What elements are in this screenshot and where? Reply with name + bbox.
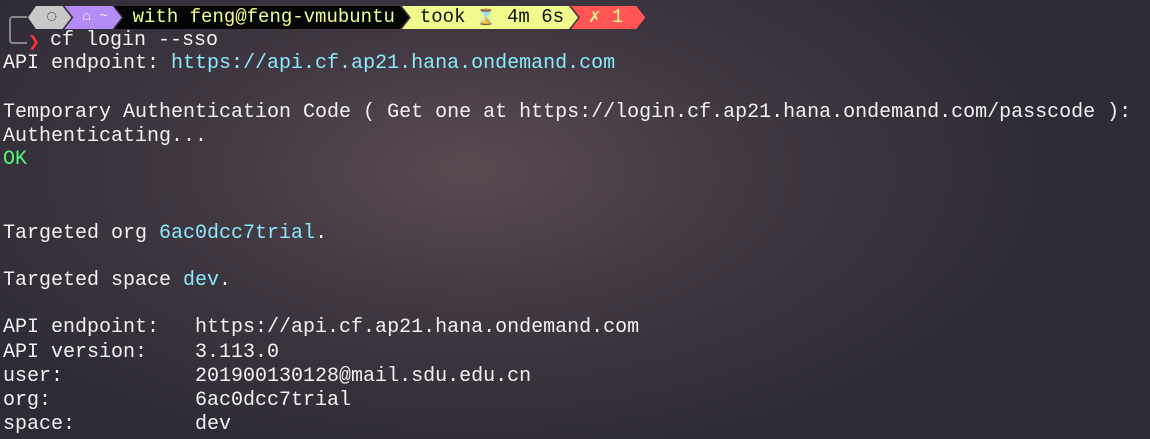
summary-row: API version: 3.113.0: [3, 341, 280, 364]
ubuntu-icon: ◌: [28, 6, 71, 29]
ok-line: OK: [3, 148, 28, 171]
temp-auth-line: Temporary Authentication Code ( Get one …: [3, 101, 1132, 124]
hourglass-icon: ⌛: [476, 10, 496, 27]
summary-row: space: dev: [3, 413, 232, 436]
home-icon: ⌂: [82, 9, 91, 25]
prompt-connector: [9, 16, 27, 44]
duration-segment: took ⌛ 4m 6s: [402, 6, 578, 29]
cross-icon: ✗: [589, 6, 601, 28]
api-endpoint-line: API endpoint: https://api.cf.ap21.hana.o…: [3, 52, 616, 75]
summary-row: API endpoint: https://api.cf.ap21.hana.o…: [3, 316, 640, 339]
targeted-space-line: Targeted space dev.: [3, 269, 232, 292]
summary-row: org: 6ac0dcc7trial: [3, 389, 352, 412]
summary-row: user: 201900130128@mail.sdu.edu.cn: [3, 365, 532, 388]
exit-status-segment: ✗ 1: [571, 6, 645, 29]
authenticating-line: Authenticating...: [3, 125, 208, 148]
directory-segment: ⌂ ~: [64, 6, 121, 29]
command-line[interactable]: cf login --sso: [50, 29, 218, 53]
targeted-org-line: Targeted org 6ac0dcc7trial.: [3, 222, 328, 245]
user-host-segment: with feng@feng-vmubuntu: [115, 6, 409, 29]
powerline-prompt: ◌ ⌂ ~ with feng@feng-vmubuntu took ⌛ 4m …: [28, 6, 645, 29]
